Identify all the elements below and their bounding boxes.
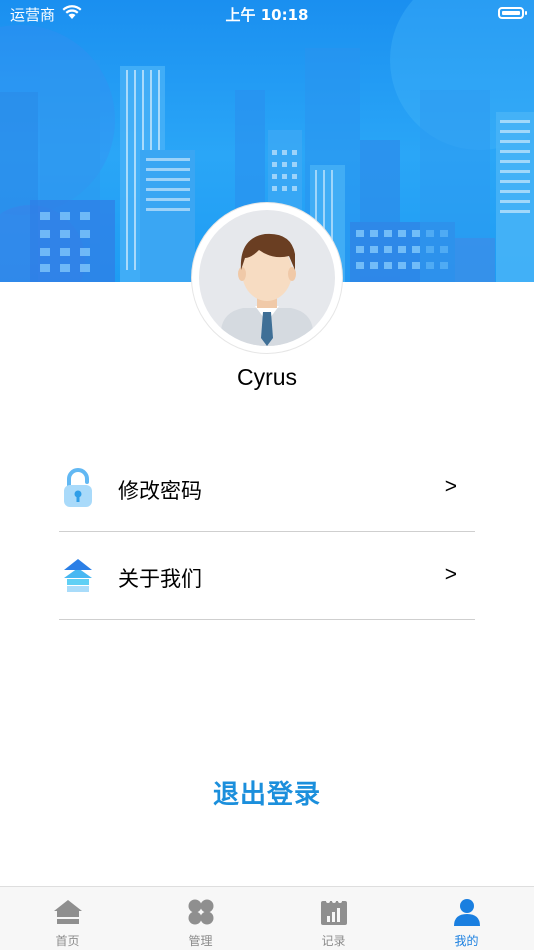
battery-icon bbox=[498, 7, 527, 19]
grid-icon bbox=[188, 899, 213, 925]
menu-item-change-password[interactable]: 修改密码 > bbox=[59, 444, 475, 532]
username: Cyrus bbox=[236, 364, 298, 390]
record-icon bbox=[320, 899, 347, 925]
tab-manage[interactable]: 管理 bbox=[134, 887, 267, 951]
tab-home[interactable]: 首页 bbox=[1, 887, 134, 951]
avatar-image bbox=[199, 210, 335, 346]
stack-arrow-icon bbox=[64, 559, 92, 592]
status-bar: 运营商 上午 10:18 bbox=[0, 0, 534, 28]
logout-button[interactable]: 退出登录 bbox=[0, 774, 534, 811]
tab-label: 记录 bbox=[321, 934, 346, 948]
tab-label: 首页 bbox=[55, 934, 80, 948]
person-icon bbox=[453, 899, 480, 926]
menu-label: 关于我们 bbox=[118, 567, 202, 591]
tab-records[interactable]: 记录 bbox=[267, 887, 400, 951]
chevron-right-icon: > bbox=[444, 475, 457, 498]
clock: 上午 10:18 bbox=[225, 6, 309, 24]
chevron-right-icon: > bbox=[444, 563, 457, 586]
tab-bar: 首页 管理 记录 我的 bbox=[0, 886, 534, 950]
person-avatar-icon bbox=[221, 233, 313, 346]
menu-item-about-us[interactable]: 关于我们 > bbox=[59, 532, 475, 620]
avatar[interactable] bbox=[192, 203, 342, 353]
home-icon bbox=[53, 900, 82, 924]
tab-label: 我的 bbox=[454, 934, 479, 948]
lock-icon bbox=[64, 468, 92, 507]
menu-label: 修改密码 bbox=[118, 479, 202, 503]
tab-label: 管理 bbox=[188, 934, 213, 948]
tab-mine[interactable]: 我的 bbox=[400, 887, 533, 951]
